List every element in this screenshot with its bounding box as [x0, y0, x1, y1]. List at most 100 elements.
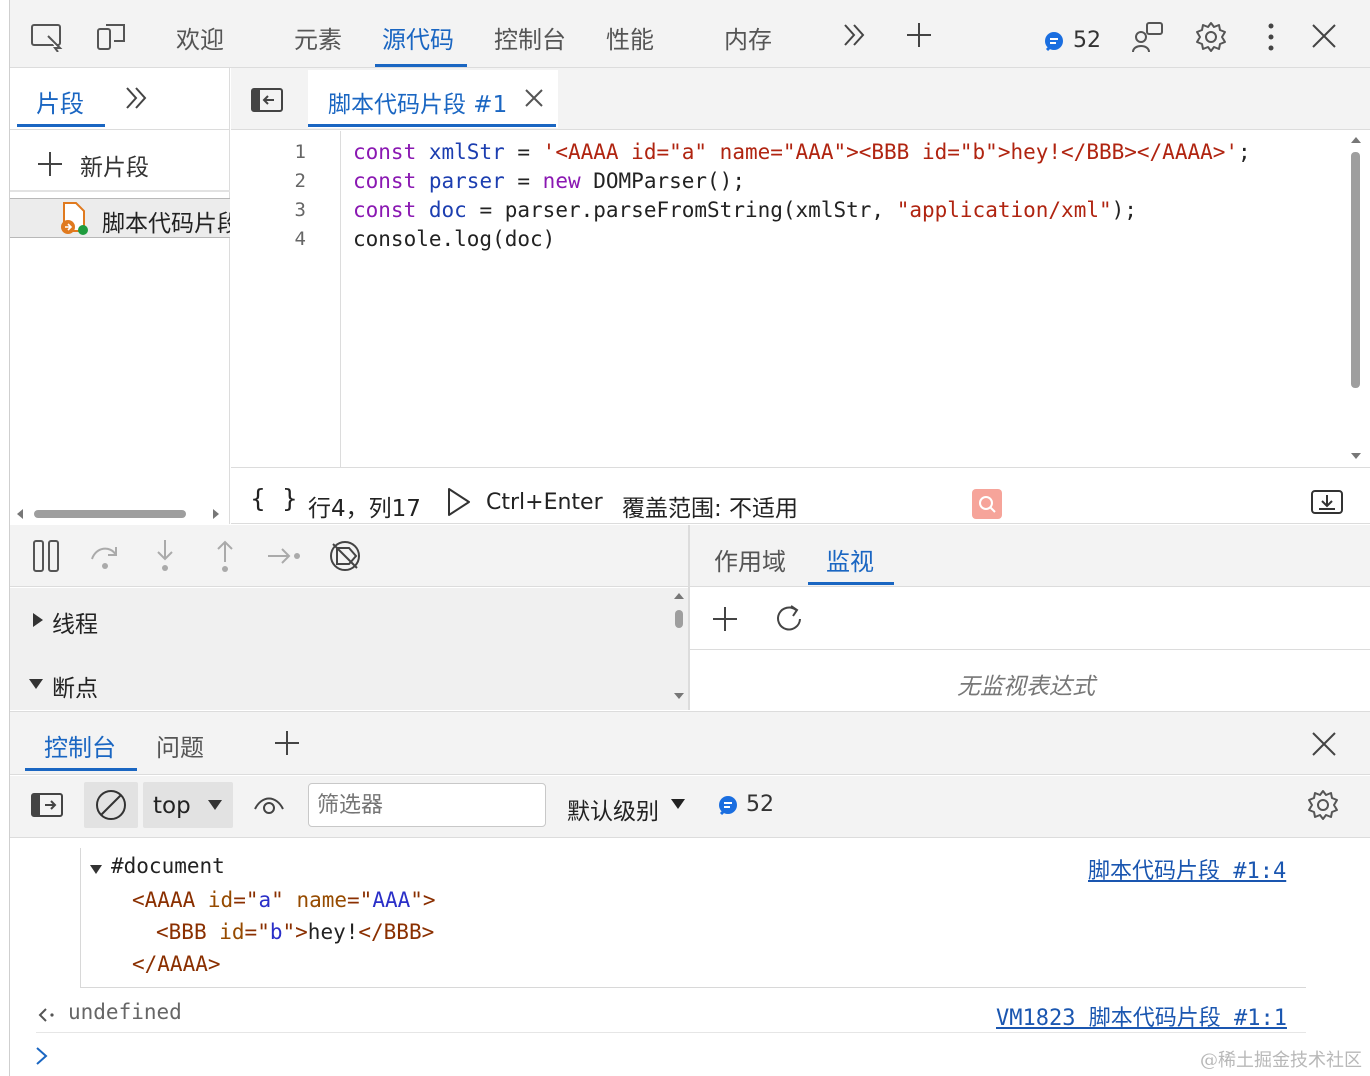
plus-icon — [38, 152, 62, 176]
xml-node[interactable]: <BBB id="b">hey!</BBB> — [156, 918, 434, 947]
editor-vscroll[interactable] — [1348, 134, 1364, 464]
tab-elements[interactable]: 元素 — [294, 20, 342, 55]
run-snippet-play-icon[interactable] — [444, 486, 474, 518]
left-edge — [0, 0, 10, 1076]
pause-icon[interactable] — [28, 536, 64, 576]
step-into-icon[interactable] — [148, 536, 182, 576]
xml-token: " — [271, 888, 284, 912]
step-over-icon[interactable] — [86, 538, 124, 574]
console-issues-count[interactable]: 52 — [746, 792, 774, 817]
drawer-tab-issues[interactable]: 问题 — [156, 728, 204, 763]
tab-scope[interactable]: 作用域 — [714, 542, 786, 577]
snippet-item[interactable]: 脚本代码片段 #1 — [10, 198, 230, 238]
add-watch-plus-icon[interactable] — [708, 602, 742, 636]
deactivate-breakpoints-icon[interactable] — [326, 536, 364, 576]
live-expression-eye-icon[interactable] — [250, 788, 288, 822]
editor-vscroll-thumb[interactable] — [1351, 152, 1360, 388]
context-selector[interactable]: top — [143, 782, 233, 828]
inspect-element-icon[interactable] — [28, 18, 66, 56]
tab-welcome[interactable]: 欢迎 — [176, 20, 224, 55]
code-token: = parser.parseFromString(xmlStr, — [466, 198, 897, 222]
xml-token: =" — [244, 920, 270, 944]
issues-bubble-icon[interactable] — [1042, 30, 1066, 54]
customize-people-icon[interactable] — [1128, 18, 1166, 56]
tab-sources[interactable]: 源代码 — [382, 20, 454, 55]
step-out-icon[interactable] — [208, 536, 242, 576]
console-prompt-chevron-icon — [36, 1047, 48, 1065]
drawer-add-tab-plus-icon[interactable] — [270, 726, 304, 760]
log-level-selector[interactable]: 默认级别 — [562, 786, 692, 826]
code-line[interactable]: const doc = parser.parseFromString(xmlSt… — [353, 196, 1137, 225]
line-number[interactable]: 1 — [246, 138, 306, 167]
xml-token — [195, 888, 208, 912]
return-value: undefined — [68, 1000, 182, 1024]
clear-console-icon[interactable] — [84, 782, 138, 828]
issues-count[interactable]: 52 — [1073, 28, 1101, 53]
refresh-watch-icon[interactable] — [770, 600, 808, 638]
dock-drawer-icon[interactable] — [1308, 486, 1346, 518]
navigator-more-chevron-icon[interactable] — [120, 82, 152, 114]
console-filter-input[interactable] — [308, 783, 546, 827]
code-token: xmlStr — [428, 140, 505, 164]
search-badge-icon[interactable] — [972, 489, 1002, 519]
document-node-label[interactable]: #document — [111, 854, 225, 878]
breakpoints-section[interactable]: 断点 — [10, 660, 670, 710]
line-number[interactable]: 2 — [246, 167, 306, 196]
step-icon[interactable] — [264, 538, 304, 574]
tab-watch[interactable]: 监视 — [826, 542, 874, 577]
close-drawer-icon[interactable] — [1306, 726, 1342, 762]
pretty-print-button[interactable]: { } — [250, 484, 302, 513]
editor-tab-snippet[interactable]: 脚本代码片段 #1 — [308, 70, 558, 128]
console-prompt-input[interactable] — [60, 1040, 1160, 1072]
code-line[interactable]: console.log(doc) — [353, 225, 555, 254]
context-selector-value: top — [153, 793, 191, 819]
close-tab-icon[interactable] — [524, 88, 544, 108]
xml-node[interactable]: </AAAA> — [132, 950, 221, 979]
navigator-hscroll-thumb[interactable] — [34, 510, 186, 518]
line-number[interactable]: 4 — [246, 225, 306, 254]
more-tabs-chevron-icon[interactable] — [838, 18, 870, 52]
threads-section[interactable]: 线程 — [10, 596, 670, 646]
console-issues-bubble-icon[interactable] — [716, 794, 740, 818]
console-settings-gear-icon[interactable] — [1304, 786, 1342, 824]
collapse-triangle-icon[interactable] — [89, 864, 103, 875]
code-lines[interactable]: const xmlStr = '<AAAA id="a" name="AAA">… — [353, 138, 1343, 258]
source-link-vm[interactable]: VM1823 脚本代码片段 #1:1 — [996, 1000, 1287, 1032]
code-token: = — [504, 169, 543, 193]
settings-gear-icon[interactable] — [1192, 18, 1230, 56]
drawer-tabbar — [10, 711, 1370, 775]
tab-snippets[interactable]: 片段 — [36, 84, 84, 119]
debugger-vscroll-thumb[interactable] — [675, 610, 683, 628]
console-bottom-divider — [36, 1032, 1306, 1033]
line-number[interactable]: 3 — [246, 196, 306, 225]
xml-tree[interactable]: <AAAA id="a" name="AAA"> <BBB id="b">hey!… — [132, 886, 732, 986]
return-value-arrow-icon — [38, 1008, 54, 1022]
drawer-tab-console[interactable]: 控制台 — [44, 728, 116, 763]
code-line[interactable]: const xmlStr = '<AAAA id="a" name="AAA">… — [353, 138, 1251, 167]
run-shortcut[interactable]: Ctrl+Enter — [486, 490, 603, 515]
navigator-hscroll-track[interactable] — [14, 506, 226, 522]
code-token: parser — [428, 169, 505, 193]
device-emulation-icon[interactable] — [92, 18, 130, 56]
add-tab-plus-icon[interactable] — [902, 18, 936, 52]
xml-node[interactable]: <AAAA id="a" name="AAA"> — [132, 886, 436, 915]
code-token: "application/xml" — [896, 198, 1112, 222]
code-token: const — [353, 198, 417, 222]
console-sidebar-toggle-icon[interactable] — [28, 788, 66, 822]
xml-token: </BBB> — [358, 920, 435, 944]
more-options-vertical-icon[interactable] — [1256, 18, 1286, 56]
dropdown-arrow-icon — [671, 799, 685, 809]
toggle-navigator-icon[interactable] — [248, 84, 286, 116]
close-devtools-icon[interactable] — [1306, 18, 1342, 54]
expand-triangle-icon — [33, 613, 43, 627]
source-link-snippet-line4[interactable]: 脚本代码片段 #1:4 — [1088, 853, 1286, 885]
cursor-position: 行4，列17 — [308, 496, 421, 522]
new-snippet-button[interactable]: 新片段 — [10, 132, 230, 192]
tab-performance[interactable]: 性能 — [606, 20, 654, 55]
code-line[interactable]: const parser = new DOMParser(); — [353, 167, 745, 196]
tab-console[interactable]: 控制台 — [494, 20, 566, 55]
debugger-vscroll[interactable] — [672, 590, 686, 706]
tab-memory[interactable]: 内存 — [724, 20, 772, 55]
